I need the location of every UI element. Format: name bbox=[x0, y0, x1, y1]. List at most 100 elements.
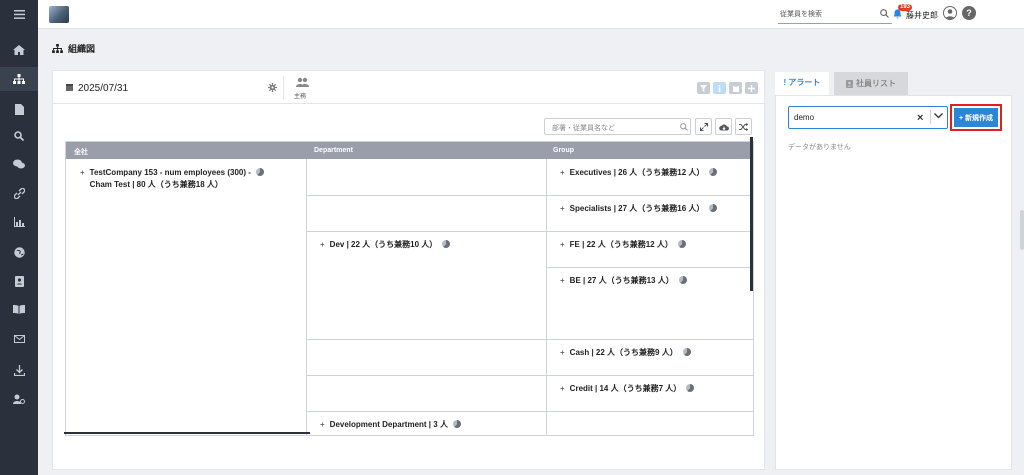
row-divider bbox=[306, 411, 753, 412]
cloud-download-button[interactable] bbox=[715, 118, 732, 135]
expand-button[interactable] bbox=[695, 118, 712, 135]
org-chart-table: 全社 Department Group + TestCompany 153 - … bbox=[65, 141, 754, 436]
pie-chart-icon[interactable] bbox=[709, 204, 718, 212]
pie-chart-icon[interactable] bbox=[677, 240, 686, 248]
divider bbox=[930, 110, 931, 124]
header-department: Department bbox=[314, 147, 353, 154]
company-node[interactable]: + TestCompany 153 - num employees (300) … bbox=[80, 167, 264, 191]
row-divider bbox=[306, 375, 753, 376]
shuffle-icon bbox=[739, 122, 748, 131]
pie-chart-icon[interactable] bbox=[709, 168, 718, 176]
header-company: 全社 bbox=[74, 149, 88, 156]
employee-search-input[interactable]: 従業員を検索 bbox=[778, 6, 892, 24]
org-chart-icon bbox=[52, 44, 63, 53]
header-group: Group bbox=[553, 147, 574, 154]
expand-toggle[interactable]: + bbox=[560, 275, 565, 287]
help-icon[interactable]: ? bbox=[962, 6, 976, 20]
expand-toggle[interactable]: + bbox=[80, 167, 85, 179]
department-node-dev[interactable]: + Dev | 22 人（うち兼務10 人） bbox=[320, 239, 451, 251]
date-picker[interactable]: 2025/07/31 bbox=[78, 83, 128, 94]
search-icon[interactable] bbox=[680, 123, 688, 131]
gear-icon[interactable] bbox=[268, 83, 277, 92]
page-title: 組織図 bbox=[52, 42, 95, 55]
globe-icon[interactable] bbox=[0, 240, 38, 264]
company-logo[interactable] bbox=[49, 6, 69, 23]
group-node-fe[interactable]: + FE | 22 人（うち兼務12 人） bbox=[560, 239, 686, 251]
clipboard-icon bbox=[732, 84, 739, 92]
mail-icon[interactable] bbox=[0, 327, 38, 351]
shuffle-button[interactable] bbox=[735, 118, 752, 135]
expand-toggle[interactable]: + bbox=[560, 383, 565, 395]
org-chart-header: 全社 Department Group bbox=[66, 142, 753, 159]
search-icon[interactable] bbox=[0, 124, 38, 148]
link-icon[interactable] bbox=[0, 181, 38, 205]
row-divider bbox=[306, 339, 753, 340]
pie-chart-icon[interactable] bbox=[678, 276, 687, 284]
org-chart-icon[interactable] bbox=[0, 67, 38, 91]
add-button[interactable] bbox=[745, 82, 758, 94]
cloud-download-icon bbox=[718, 123, 729, 130]
tab-employee-list[interactable]: 社員リスト bbox=[834, 72, 908, 95]
info-icon bbox=[718, 84, 721, 92]
expand-toggle[interactable]: + bbox=[560, 203, 565, 215]
row-divider bbox=[546, 267, 753, 268]
new-create-button[interactable]: + 新規作成 bbox=[954, 108, 998, 127]
primary-label[interactable]: 主務 bbox=[294, 91, 306, 100]
expand-toggle[interactable]: + bbox=[560, 239, 565, 251]
expand-toggle[interactable]: + bbox=[560, 347, 565, 359]
divider bbox=[283, 76, 284, 100]
expand-toggle[interactable]: + bbox=[320, 419, 325, 431]
filter-button[interactable] bbox=[697, 82, 710, 94]
filter-icon bbox=[700, 84, 707, 92]
search-icon[interactable] bbox=[880, 9, 889, 18]
download-icon[interactable] bbox=[0, 358, 38, 382]
column-divider bbox=[546, 159, 547, 435]
contact-card-icon[interactable] bbox=[0, 269, 38, 293]
alert-select-input[interactable]: demo bbox=[788, 106, 948, 129]
empty-state-text: データがありません bbox=[788, 144, 851, 151]
department-search-input[interactable]: 部署・従業員名など bbox=[544, 118, 691, 135]
sidebar bbox=[0, 0, 38, 475]
book-icon[interactable] bbox=[0, 297, 38, 321]
plus-icon bbox=[748, 84, 755, 92]
group-node-be[interactable]: + BE | 27 人（うち兼務13 人） bbox=[560, 275, 687, 287]
tab-employee-list-label: 社員リスト bbox=[856, 79, 896, 88]
page-title-text: 組織図 bbox=[68, 44, 96, 54]
row-divider bbox=[306, 195, 753, 196]
tab-alert[interactable]: ! アラート bbox=[775, 72, 829, 95]
page-scrollbar[interactable] bbox=[1020, 210, 1024, 250]
clear-icon[interactable]: × bbox=[917, 112, 923, 124]
calendar-icon[interactable] bbox=[66, 84, 73, 91]
table-scrollbar[interactable] bbox=[750, 137, 753, 291]
user-name[interactable]: 藤井史郎 bbox=[906, 10, 938, 21]
new-create-button-highlight[interactable]: + 新規作成 bbox=[950, 104, 1002, 131]
group-node-credit[interactable]: + Credit | 14 人（うち兼務7 人） bbox=[560, 383, 695, 395]
home-icon[interactable] bbox=[0, 38, 38, 62]
expand-toggle[interactable]: + bbox=[320, 239, 325, 251]
bar-chart-icon[interactable] bbox=[0, 210, 38, 234]
org-chart-card: 2025/07/31 主務 部署・従業員名など 全社 Department Gr… bbox=[52, 70, 766, 470]
info-button[interactable] bbox=[713, 82, 726, 94]
pie-chart-icon[interactable] bbox=[682, 348, 691, 356]
pie-chart-icon[interactable] bbox=[686, 384, 695, 392]
group-node-cash[interactable]: + Cash | 22 人（うち兼務9 人） bbox=[560, 347, 691, 359]
document-icon[interactable] bbox=[0, 97, 38, 121]
group-node-executives[interactable]: + Executives | 26 人（うち兼務12 人） bbox=[560, 167, 718, 179]
table-bottom-scrollbar[interactable] bbox=[64, 432, 310, 434]
user-settings-icon[interactable] bbox=[0, 387, 38, 411]
department-node-development[interactable]: + Development Department | 3 人 bbox=[320, 419, 461, 431]
company-name-line1: TestCompany 153 - num employees (300) - bbox=[90, 167, 264, 179]
group-node-specialists[interactable]: + Specialists | 27 人（うち兼務16 人） bbox=[560, 203, 718, 215]
pie-chart-icon[interactable] bbox=[452, 420, 461, 428]
chevron-down-icon[interactable] bbox=[934, 113, 943, 119]
expand-icon bbox=[699, 122, 708, 131]
company-name-line2: Cham Test | 80 人（うち兼務18 人） bbox=[89, 180, 223, 189]
user-avatar-icon[interactable] bbox=[943, 6, 957, 20]
menu-icon[interactable] bbox=[0, 2, 38, 26]
pie-chart-icon[interactable] bbox=[255, 168, 264, 176]
primary-people-icon[interactable] bbox=[296, 77, 309, 88]
expand-toggle[interactable]: + bbox=[560, 167, 565, 179]
clipboard-button[interactable] bbox=[729, 82, 742, 94]
pie-chart-icon[interactable] bbox=[442, 240, 451, 248]
chat-icon[interactable] bbox=[0, 152, 38, 176]
